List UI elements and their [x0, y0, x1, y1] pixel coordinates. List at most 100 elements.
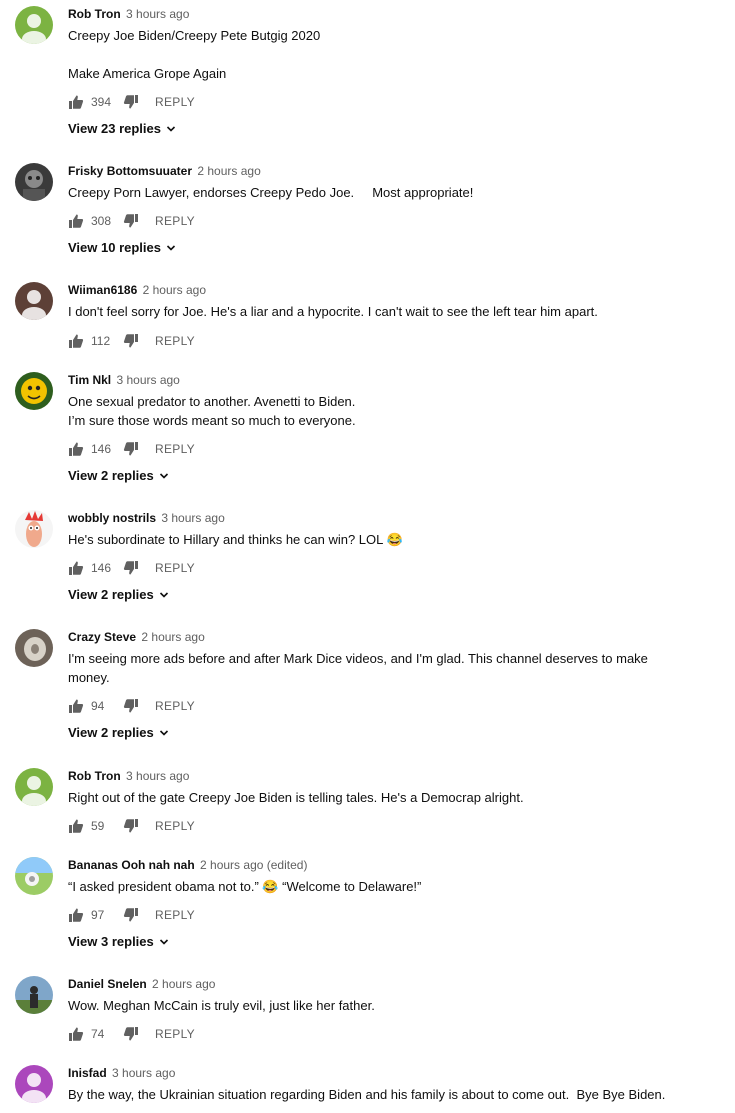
- reply-button[interactable]: REPLY: [155, 1027, 195, 1041]
- comment-author[interactable]: Bananas Ooh nah nah: [68, 858, 195, 872]
- view-replies-label: View 2 replies: [68, 468, 154, 483]
- comment-text: I don't feel sorry for Joe. He's a liar …: [68, 304, 598, 319]
- view-replies-button[interactable]: View 10 replies: [68, 240, 176, 255]
- avatar[interactable]: [15, 857, 53, 895]
- reply-button[interactable]: REPLY: [155, 908, 195, 922]
- comment-timestamp[interactable]: 3 hours ago: [126, 7, 189, 21]
- thumbs-up-icon[interactable]: [68, 213, 84, 229]
- like-count: 112: [91, 334, 111, 348]
- reply-button[interactable]: REPLY: [155, 214, 195, 228]
- comment-text: One sexual predator to another. Avenetti…: [68, 394, 356, 428]
- avatar[interactable]: [15, 768, 53, 806]
- like-count: 308: [91, 214, 112, 228]
- thumbs-down-icon[interactable]: [123, 818, 139, 834]
- view-replies-label: View 2 replies: [68, 587, 154, 602]
- comment-author[interactable]: Crazy Steve: [68, 630, 136, 644]
- view-replies-label: View 10 replies: [68, 240, 161, 255]
- comment-header: Tim Nkl 3 hours ago: [68, 372, 180, 388]
- comment-author[interactable]: Frisky Bottomsuuater: [68, 164, 192, 178]
- comment-timestamp[interactable]: 2 hours ago: [152, 977, 215, 991]
- comment-actions: 94 REPLY: [68, 697, 195, 715]
- comment-header: Daniel Snelen 2 hours ago: [68, 976, 215, 992]
- comment-text: “I asked president obama not to.” 😂 “Wel…: [68, 879, 422, 894]
- comment-text: Right out of the gate Creepy Joe Biden i…: [68, 790, 524, 805]
- comment-timestamp[interactable]: 3 hours ago: [161, 511, 224, 525]
- view-replies-button[interactable]: View 3 replies: [68, 934, 169, 949]
- thumbs-down-icon[interactable]: [123, 213, 139, 229]
- comment-author[interactable]: Inisfad: [68, 1066, 107, 1080]
- view-replies-label: View 2 replies: [68, 725, 154, 740]
- comment-author[interactable]: Wiiman6186: [68, 283, 137, 297]
- thumbs-down-icon[interactable]: [123, 907, 139, 923]
- view-replies-label: View 23 replies: [68, 121, 161, 136]
- chevron-down-icon: [159, 590, 169, 600]
- comment-actions: 97 REPLY: [68, 906, 195, 924]
- comment-timestamp[interactable]: 3 hours ago: [116, 373, 179, 387]
- thumbs-down-icon[interactable]: [123, 333, 139, 349]
- comment-author[interactable]: wobbly nostrils: [68, 511, 156, 525]
- avatar[interactable]: [15, 510, 53, 548]
- reply-button[interactable]: REPLY: [155, 334, 195, 348]
- view-replies-button[interactable]: View 23 replies: [68, 121, 176, 136]
- chevron-down-icon: [166, 243, 176, 253]
- view-replies-button[interactable]: View 2 replies: [68, 725, 169, 740]
- comment-actions: 112 REPLY: [68, 332, 195, 350]
- thumbs-up-icon[interactable]: [68, 1026, 84, 1042]
- comment-text: I'm seeing more ads before and after Mar…: [68, 651, 648, 685]
- comment-header: Frisky Bottomsuuater 2 hours ago: [68, 163, 261, 179]
- comment-timestamp[interactable]: 2 hours ago (edited): [200, 858, 307, 872]
- thumbs-up-icon[interactable]: [68, 441, 84, 457]
- comment-text: He's subordinate to Hillary and thinks h…: [68, 532, 403, 547]
- thumbs-up-icon[interactable]: [68, 560, 84, 576]
- chevron-down-icon: [159, 728, 169, 738]
- thumbs-up-icon[interactable]: [68, 333, 84, 349]
- view-replies-label: View 3 replies: [68, 934, 154, 949]
- comment-timestamp[interactable]: 3 hours ago: [112, 1066, 175, 1080]
- reply-button[interactable]: REPLY: [155, 819, 195, 833]
- comment-text: By the way, the Ukrainian situation rega…: [68, 1087, 666, 1102]
- like-count: 59: [91, 819, 105, 833]
- reply-button[interactable]: REPLY: [155, 699, 195, 713]
- comment-actions: 59 REPLY: [68, 817, 195, 835]
- avatar[interactable]: [15, 163, 53, 201]
- like-count: 146: [91, 561, 112, 575]
- thumbs-up-icon[interactable]: [68, 698, 84, 714]
- thumbs-down-icon[interactable]: [123, 1026, 139, 1042]
- comment-author[interactable]: Daniel Snelen: [68, 977, 147, 991]
- avatar[interactable]: [15, 282, 53, 320]
- comment-actions: 146 REPLY: [68, 440, 195, 458]
- reply-button[interactable]: REPLY: [155, 95, 195, 109]
- thumbs-up-icon[interactable]: [68, 818, 84, 834]
- comment-timestamp[interactable]: 2 hours ago: [143, 283, 206, 297]
- thumbs-down-icon[interactable]: [123, 94, 139, 110]
- avatar[interactable]: [15, 629, 53, 667]
- comment-author[interactable]: Tim Nkl: [68, 373, 111, 387]
- view-replies-button[interactable]: View 2 replies: [68, 468, 169, 483]
- reply-button[interactable]: REPLY: [155, 442, 195, 456]
- like-count: 394: [91, 95, 112, 109]
- comment-header: Inisfad 3 hours ago: [68, 1065, 175, 1081]
- avatar[interactable]: [15, 6, 53, 44]
- reply-button[interactable]: REPLY: [155, 561, 195, 575]
- chevron-down-icon: [159, 471, 169, 481]
- view-replies-button[interactable]: View 2 replies: [68, 587, 169, 602]
- like-count: 97: [91, 908, 105, 922]
- comment-text: Wow. Meghan McCain is truly evil, just l…: [68, 998, 375, 1013]
- like-count: 94: [91, 699, 105, 713]
- avatar[interactable]: [15, 1065, 53, 1103]
- avatar[interactable]: [15, 372, 53, 410]
- comment-header: Crazy Steve 2 hours ago: [68, 629, 205, 645]
- thumbs-up-icon[interactable]: [68, 907, 84, 923]
- thumbs-up-icon[interactable]: [68, 94, 84, 110]
- comment-timestamp[interactable]: 2 hours ago: [141, 630, 204, 644]
- comment-timestamp[interactable]: 2 hours ago: [197, 164, 260, 178]
- avatar[interactable]: [15, 976, 53, 1014]
- thumbs-down-icon[interactable]: [123, 560, 139, 576]
- chevron-down-icon: [159, 937, 169, 947]
- comment-author[interactable]: Rob Tron: [68, 7, 121, 21]
- thumbs-down-icon[interactable]: [123, 698, 139, 714]
- comment-actions: 394 REPLY: [68, 93, 195, 111]
- comment-timestamp[interactable]: 3 hours ago: [126, 769, 189, 783]
- comment-author[interactable]: Rob Tron: [68, 769, 121, 783]
- thumbs-down-icon[interactable]: [123, 441, 139, 457]
